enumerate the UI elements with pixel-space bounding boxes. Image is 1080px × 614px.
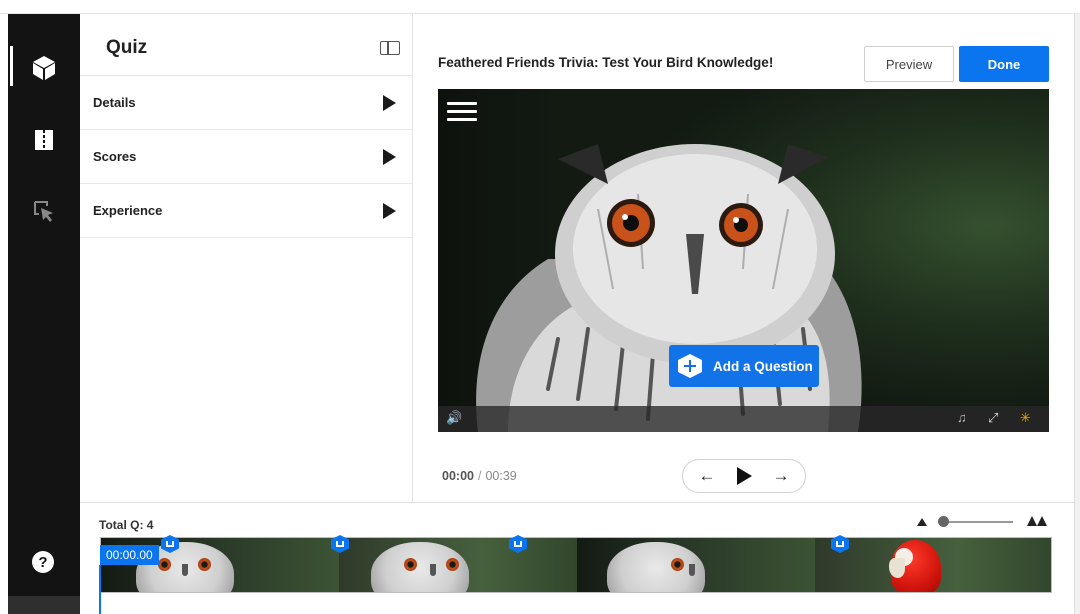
expand-arrow-icon[interactable] <box>383 203 396 219</box>
video-player[interactable]: Add a Question 🔊 ♫ ⤢ ✳ <box>438 89 1049 432</box>
parrot-thumbnail <box>889 538 959 592</box>
zoom-slider[interactable] <box>917 514 1050 528</box>
chapters-icon <box>35 130 53 150</box>
pointer-icon <box>34 201 53 222</box>
duration: 00:39 <box>485 469 517 483</box>
playhead-time-chip: 00:00.00 <box>100 545 159 565</box>
rail-item-quiz[interactable] <box>8 43 80 93</box>
section-label: Details <box>93 95 136 110</box>
zoom-out-icon[interactable] <box>917 518 927 526</box>
help-icon[interactable]: ? <box>32 551 54 573</box>
video-controlbar: 🔊 ♫ ⤢ ✳ <box>438 406 1049 432</box>
section-experience[interactable]: Experience <box>80 184 412 238</box>
step-back-icon[interactable]: ← <box>695 460 719 492</box>
cube-icon <box>33 56 55 80</box>
zoom-track[interactable] <box>939 521 1013 523</box>
quiz-title: Feathered Friends Trivia: Test Your Bird… <box>438 55 774 70</box>
add-hex-icon <box>678 354 702 378</box>
music-icon[interactable]: ♫ <box>957 410 967 425</box>
add-question-button[interactable]: Add a Question <box>669 345 819 387</box>
fullscreen-icon[interactable]: ⤢ <box>988 410 998 426</box>
expand-arrow-icon[interactable] <box>383 149 396 165</box>
panel-collapse-icon[interactable] <box>380 41 400 55</box>
play-icon[interactable] <box>732 460 756 492</box>
timeline-filmstrip[interactable] <box>100 537 1052 593</box>
rail-item-chapters[interactable] <box>8 115 80 165</box>
zoom-in-icon[interactable] <box>1027 516 1049 526</box>
time-separator: / <box>477 469 482 483</box>
owl-thumbnail <box>607 542 705 592</box>
preview-button[interactable]: Preview <box>864 46 954 82</box>
section-label: Scores <box>93 149 137 164</box>
section-label: Experience <box>93 203 163 218</box>
current-time: 00:00 <box>442 469 474 483</box>
quiz-panel: Quiz Details Scores Experience <box>80 14 413 502</box>
done-button[interactable]: Done <box>959 46 1049 82</box>
playhead[interactable] <box>99 565 101 614</box>
zoom-handle[interactable] <box>938 516 949 527</box>
expand-arrow-icon[interactable] <box>383 95 396 111</box>
owl-thumbnail <box>371 542 469 592</box>
menu-icon[interactable] <box>447 102 477 122</box>
timeline-thumbnail <box>339 538 577 592</box>
section-scores[interactable]: Scores <box>80 130 412 184</box>
rail-item-interactions[interactable] <box>8 186 80 236</box>
panel-header: Quiz <box>80 14 412 76</box>
add-question-label: Add a Question <box>713 358 813 374</box>
left-rail: ? <box>8 14 80 614</box>
rail-bottom-tab[interactable] <box>8 596 80 614</box>
panel-title: Quiz <box>106 37 148 58</box>
window-scrollbar[interactable] <box>1074 14 1080 614</box>
step-forward-icon[interactable]: → <box>769 460 793 492</box>
player-controls: ← → <box>682 459 806 493</box>
timeline-thumbnail <box>577 538 815 592</box>
total-questions: Total Q: 4 <box>99 518 154 532</box>
section-details[interactable]: Details <box>80 76 412 130</box>
time-readout: 00:00/00:39 <box>442 469 517 483</box>
brand-icon[interactable]: ✳ <box>1020 410 1031 426</box>
volume-icon[interactable]: 🔊 <box>446 410 462 426</box>
window-top-bar <box>0 0 1080 14</box>
timeline-thumbnail <box>815 538 1051 592</box>
